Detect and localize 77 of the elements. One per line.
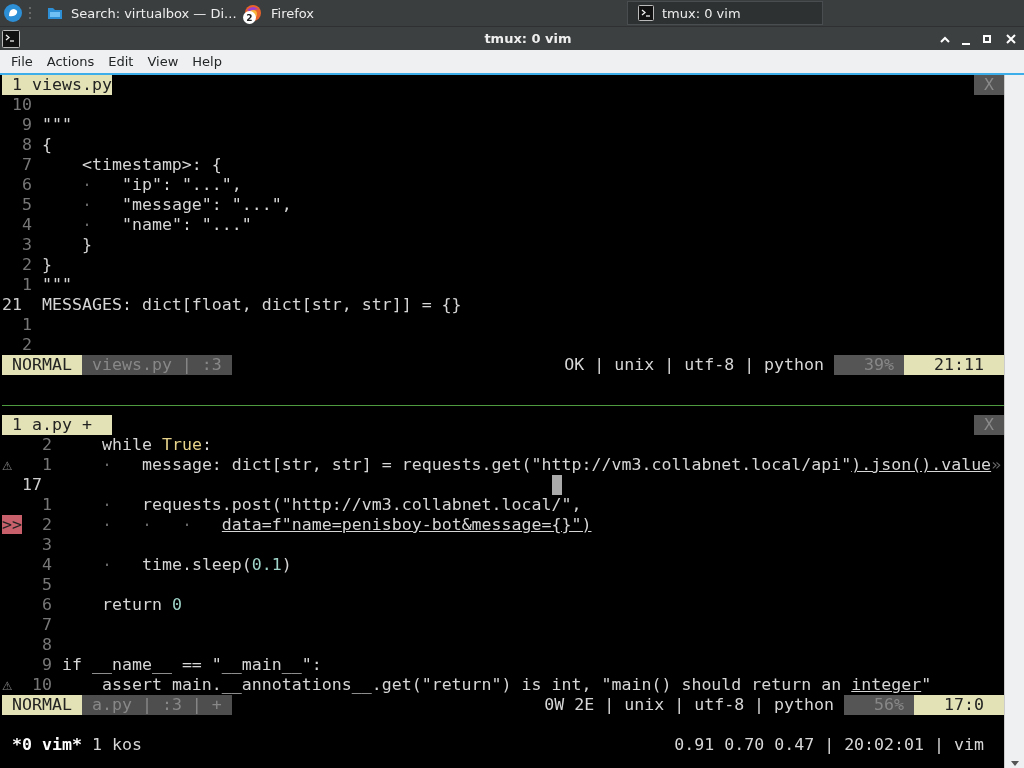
folder-icon	[47, 5, 63, 21]
line-number: 1	[41, 495, 52, 515]
code-line: return 0	[100, 595, 182, 615]
code-line: MESSAGES: dict[float, dict[str, str]] = {}	[42, 295, 462, 315]
line-number: 10	[11, 95, 32, 115]
cursor-position: 21:11	[904, 355, 1004, 375]
line-number: 4	[41, 555, 52, 575]
line-number: 1	[41, 455, 52, 475]
cursor-position: 17:0	[914, 695, 1004, 715]
line-number: 9	[41, 655, 52, 675]
warning-sign: ⚠	[2, 675, 12, 694]
buffer-tab[interactable]: 1 views.py	[2, 75, 112, 95]
line-number: 21	[2, 295, 23, 315]
line-number: 8	[41, 635, 52, 655]
error-sign: >>	[2, 515, 22, 534]
code-line: """	[42, 275, 72, 295]
menu-item[interactable]: View	[140, 54, 186, 69]
window-title: tmux: 0 vim	[483, 31, 573, 46]
code-line: <timestamp>: {	[80, 155, 222, 175]
line-number: 1	[21, 315, 32, 335]
code-line: · time.sleep(0.1)	[100, 555, 292, 575]
line-number: 10	[31, 675, 52, 695]
line-number: 7	[41, 615, 52, 635]
terminal-icon	[638, 5, 654, 21]
line-number: 3	[41, 535, 52, 555]
line-number: 8	[21, 135, 32, 155]
line-number: 5	[21, 195, 32, 215]
code-line: while True:	[100, 435, 212, 455]
code-line: · "message": "...",	[80, 195, 292, 215]
line-number: 5	[41, 575, 52, 595]
code-line: · "name": "..."	[80, 215, 252, 235]
grip-icon[interactable]	[27, 6, 33, 20]
line-number: 6	[21, 175, 32, 195]
code-line: · "ip": "...",	[80, 175, 242, 195]
tmux-window-tab[interactable]: 1 kos	[91, 735, 142, 755]
file-info: a.py | :3 | +	[81, 695, 232, 715]
buffer-tab[interactable]: 1 a.py +	[2, 415, 112, 435]
code-line: }	[42, 255, 52, 275]
warning-sign: ⚠	[2, 455, 12, 474]
line-number: 4	[21, 215, 32, 235]
line-number: 6	[41, 595, 52, 615]
caret-icon	[1009, 760, 1020, 768]
file-info: views.py | :3	[81, 355, 232, 375]
close-icon	[1004, 31, 1018, 46]
mode-indicator: NORMAL	[2, 695, 82, 715]
line-number: 2	[41, 435, 52, 455]
code-line: · requests.post("http://vm3.collabnet.local/",	[100, 495, 582, 515]
scrollbar[interactable]	[1004, 75, 1024, 768]
file-format-info: 0W 2E | unix | utf-8 | python	[544, 695, 836, 715]
taskbar-task[interactable]: tmux: 0 vim	[627, 1, 823, 25]
launcher-icon[interactable]	[3, 3, 23, 23]
code-line: if __name__ == "__main__":	[62, 655, 322, 675]
code-line: """	[42, 115, 72, 135]
line-number: 1	[21, 275, 32, 295]
code-line: {	[42, 135, 52, 155]
menu-item[interactable]: File	[4, 54, 40, 69]
line-number: 17	[22, 475, 43, 495]
line-number: 9	[21, 115, 32, 135]
minimize-icon	[962, 42, 970, 45]
menu-item[interactable]: Actions	[39, 54, 102, 69]
code-line: assert main.__annotations__.get("return") is int, "main() should return an integer"	[100, 675, 932, 695]
terminal-icon	[2, 29, 20, 48]
file-format-info: OK | unix | utf-8 | python	[564, 355, 826, 375]
code-line: · message: dict[str, str] = requests.get("http://vm3.collabnet.local/api").json().value»	[100, 455, 1002, 475]
code-line: }	[80, 235, 92, 255]
tmux-window-tab[interactable]: *0 vim*	[12, 735, 82, 755]
mode-indicator: NORMAL	[2, 355, 82, 375]
line-number: 2	[41, 515, 52, 535]
notification-badge: 2	[243, 11, 256, 24]
line-number: 7	[21, 155, 32, 175]
menu-item[interactable]: Edit	[101, 54, 141, 69]
menu-item[interactable]: Help	[185, 54, 229, 69]
tmux-status-info: 0.91 0.70 0.47 | 20:02:01 | vim	[674, 735, 985, 755]
line-number: 2	[21, 255, 32, 275]
line-number: 2	[21, 335, 32, 355]
code-line: · · · data=f"name=penisboy-bot&message={}")	[100, 515, 592, 535]
line-number: 3	[21, 235, 32, 255]
